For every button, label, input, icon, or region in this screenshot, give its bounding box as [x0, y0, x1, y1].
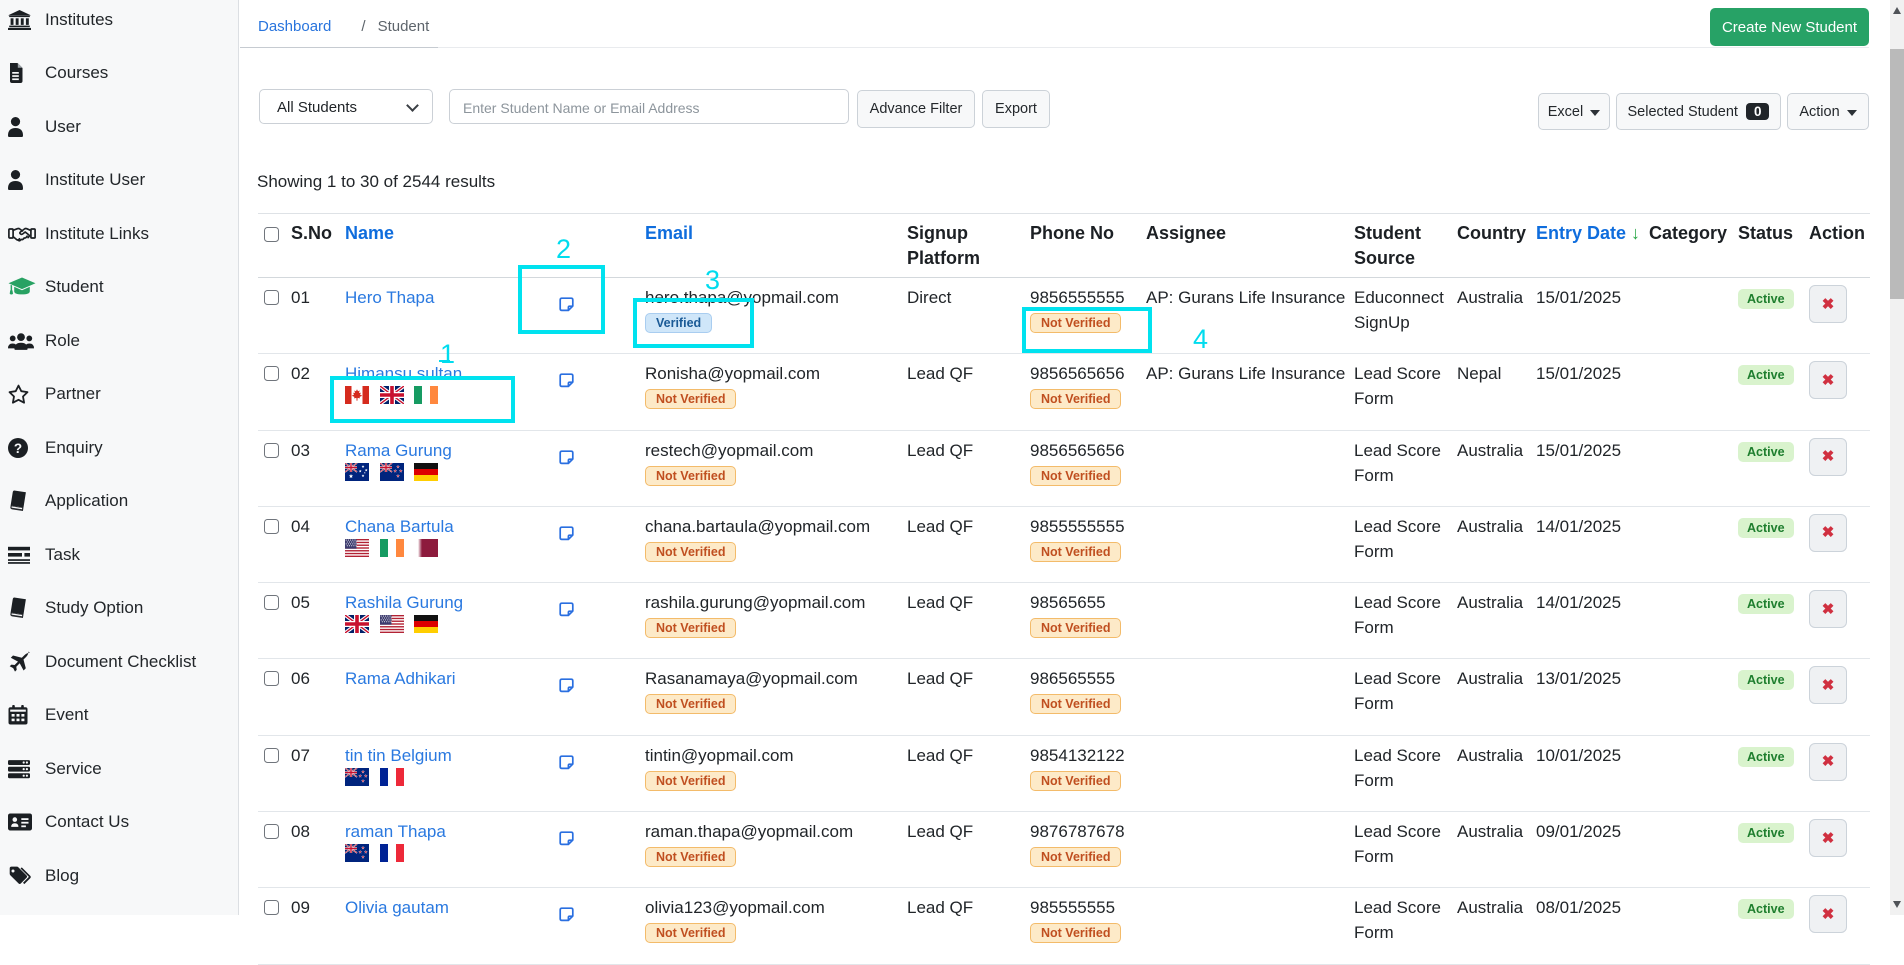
- svg-text:?: ?: [14, 440, 22, 455]
